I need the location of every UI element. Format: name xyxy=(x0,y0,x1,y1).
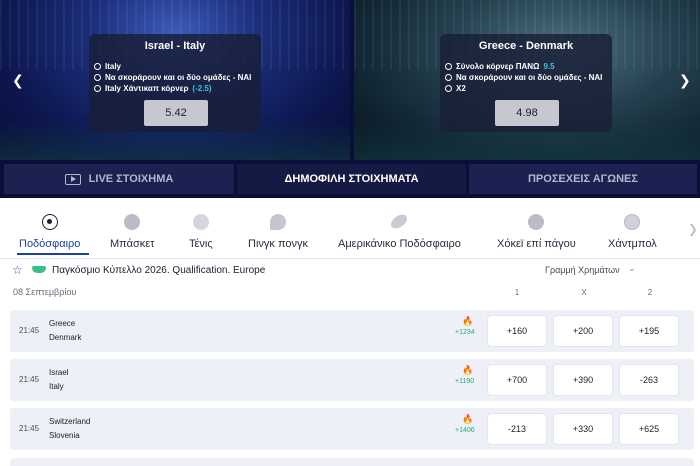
basketball-icon xyxy=(124,214,141,230)
odds-button-draw[interactable]: +390 xyxy=(554,365,612,395)
home-team: Israel xyxy=(49,368,69,377)
odds-button-away[interactable]: +625 xyxy=(620,414,678,444)
sport-tabs: Ποδόσφαιρο Μπάσκετ Τένις Πινγκ πονγκ Αμε… xyxy=(0,206,700,258)
match-time: 21:45 xyxy=(19,375,40,384)
league-flag-icon xyxy=(32,266,46,273)
tab-american-football[interactable]: Αμερικάνικο Ποδόσφαιρο xyxy=(338,206,461,250)
promo-selection: Σύνολο κόρνερ ΠΑΝΩ 9.5 xyxy=(445,62,555,71)
chevron-left-icon[interactable]: ❮ xyxy=(12,72,24,89)
tennis-icon xyxy=(192,214,209,230)
odds-button-home[interactable]: +160 xyxy=(488,316,546,346)
chevron-down-icon[interactable]: ⌄ xyxy=(628,263,636,274)
match-row[interactable]: 21:45 Israel Italy 🔥 +1190 +700 +390 -26… xyxy=(10,359,694,401)
match-time: 21:45 xyxy=(19,424,40,433)
odds-button-draw[interactable]: +330 xyxy=(554,414,612,444)
tab-handball[interactable]: Χάντμπολ xyxy=(608,206,657,250)
tab-ping-pong[interactable]: Πινγκ πονγκ xyxy=(248,206,308,250)
tab-basketball[interactable]: Μπάσκετ xyxy=(110,206,155,250)
tab-tennis[interactable]: Τένις xyxy=(189,206,213,250)
promo-selection: Να σκοράρουν και οι δύο ομάδες - ΝΑΙ xyxy=(94,73,251,82)
bet-builder-card[interactable]: Israel - Italy Italy Να σκοράρουν και οι… xyxy=(89,34,261,132)
tab-football[interactable]: Ποδόσφαιρο xyxy=(19,206,80,250)
match-date: 08 Σεπτεμβρίου xyxy=(13,287,77,297)
football-icon xyxy=(41,214,58,230)
promo-odds-button[interactable]: 5.42 xyxy=(144,100,208,126)
column-header-x: X xyxy=(581,288,587,297)
league-name[interactable]: Παγκόσμιο Κύπελλο 2026. Qualification. E… xyxy=(52,265,265,276)
promo-odds-button[interactable]: 4.98 xyxy=(495,100,559,126)
star-icon[interactable]: ☆ xyxy=(12,263,23,277)
column-header-1: 1 xyxy=(514,288,520,297)
radio-icon xyxy=(445,74,452,81)
divider xyxy=(0,258,700,259)
active-tab-indicator xyxy=(17,253,89,255)
promo-banner: Israel - Italy Italy Να σκοράρουν και οι… xyxy=(0,0,700,160)
radio-icon xyxy=(445,63,452,70)
promo-match-title: Israel - Italy xyxy=(144,40,206,52)
popularity-count: +1406 xyxy=(455,427,475,434)
promo-match-title: Greece - Denmark xyxy=(478,40,574,52)
radio-icon xyxy=(94,74,101,81)
popularity-count: +1190 xyxy=(455,378,475,385)
odds-button-away[interactable]: -263 xyxy=(620,365,678,395)
tab-ice-hockey[interactable]: Χόκεϊ επί πάγου xyxy=(497,206,576,250)
match-row[interactable]: 21:45 Greece Denmark 🔥 +1234 +160 +200 +… xyxy=(10,310,694,352)
promo-slide-2[interactable]: Greece - Denmark Σύνολο κόρνερ ΠΑΝΩ 9.5 … xyxy=(354,0,700,160)
match-row[interactable]: 21:45 Switzerland Slovenia 🔥 +1406 -213 … xyxy=(10,408,694,450)
popularity-count: +1234 xyxy=(455,329,475,336)
away-team: Denmark xyxy=(49,333,82,342)
tab-popular-bets[interactable]: ΔΗΜΟΦΙΛΗ ΣΤΟΙΧΗΜΑΤΑ xyxy=(237,164,466,194)
away-team: Slovenia xyxy=(49,431,80,440)
odds-button-home[interactable]: +700 xyxy=(488,365,546,395)
home-team: Greece xyxy=(49,319,76,328)
ice-hockey-icon xyxy=(528,214,545,230)
home-team: Switzerland xyxy=(49,417,91,426)
radio-icon xyxy=(94,63,101,70)
promo-slide-1[interactable]: Israel - Italy Italy Να σκοράρουν και οι… xyxy=(0,0,350,160)
league-header: ☆ Παγκόσμιο Κύπελλο 2026. Qualification.… xyxy=(0,262,700,280)
market-select[interactable]: Γραμμή Χρημάτων xyxy=(545,265,620,275)
promo-selection: Italy xyxy=(94,62,121,71)
away-team: Italy xyxy=(49,382,64,391)
betting-nav: LIVE ΣΤΟΙΧΗΜΑ ΔΗΜΟΦΙΛΗ ΣΤΟΙΧΗΜΑΤΑ ΠΡΟΣΕΧ… xyxy=(0,160,700,198)
odds-button-draw[interactable]: +200 xyxy=(554,316,612,346)
chevron-right-icon[interactable]: ❯ xyxy=(688,222,698,236)
chevron-right-icon[interactable]: ❯ xyxy=(679,72,691,89)
ping-pong-icon xyxy=(270,214,286,230)
fire-icon: 🔥 xyxy=(462,365,474,375)
tab-live-betting[interactable]: LIVE ΣΤΟΙΧΗΜΑ xyxy=(4,164,234,194)
odds-button-away[interactable]: +195 xyxy=(620,316,678,346)
tab-upcoming-matches[interactable]: ΠΡΟΣΕΧΕΙΣ ΑΓΩΝΕΣ xyxy=(469,164,697,194)
radio-icon xyxy=(445,85,452,92)
odds-button-home[interactable]: -213 xyxy=(488,414,546,444)
handball-icon xyxy=(624,214,641,230)
promo-selection: Italy Χάντικαπ κόρνερ (-2.5) xyxy=(94,84,212,93)
column-header-2: 2 xyxy=(647,288,653,297)
promo-selection: X2 xyxy=(445,84,466,93)
american-football-icon xyxy=(388,211,410,232)
match-row[interactable] xyxy=(10,458,694,466)
match-time: 21:45 xyxy=(19,326,40,335)
fire-icon: 🔥 xyxy=(462,414,474,424)
date-row: 08 Σεπτεμβρίου 1 X 2 xyxy=(0,286,700,300)
fire-icon: 🔥 xyxy=(462,316,474,326)
radio-icon xyxy=(94,85,101,92)
live-play-icon xyxy=(64,173,81,185)
promo-selection: Να σκοράρουν και οι δύο ομάδες - ΝΑΙ xyxy=(445,73,602,82)
bet-builder-card[interactable]: Greece - Denmark Σύνολο κόρνερ ΠΑΝΩ 9.5 … xyxy=(440,34,612,132)
